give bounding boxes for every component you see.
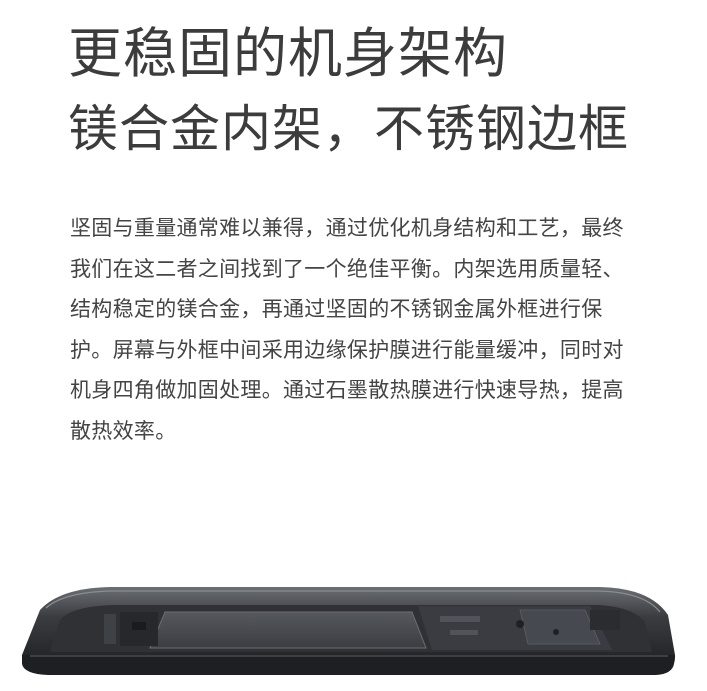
- section-headline: 更稳固的机身架构 镁合金内架，不锈钢边框: [68, 20, 629, 162]
- headline-subtitle: 镁合金内架，不锈钢边框: [68, 100, 629, 158]
- headline-title: 更稳固的机身架构: [68, 22, 508, 85]
- description-paragraph: 坚固与重量通常难以兼得，通过优化机身结构和工艺，最终我们在这二者之间找到了一个绝…: [70, 216, 624, 443]
- phone-frame-image: [22, 587, 676, 675]
